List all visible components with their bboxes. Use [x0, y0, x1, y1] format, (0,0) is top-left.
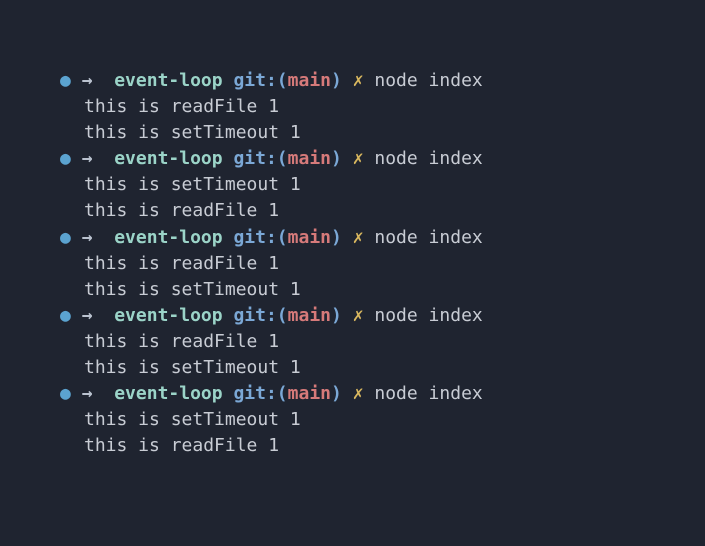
git-paren-close: ): [331, 305, 342, 326]
git-prefix: git: [233, 305, 266, 326]
git-branch: main: [288, 227, 331, 248]
git-colon: :: [266, 148, 277, 169]
arrow-icon: →: [82, 148, 93, 169]
git-paren-open: (: [277, 227, 288, 248]
output-line: this is readFile 1: [60, 198, 655, 224]
git-prefix: git: [233, 70, 266, 91]
git-paren-close: ): [331, 148, 342, 169]
prompt-line[interactable]: ● → event-loop git:(main) ✗ node index: [60, 68, 655, 94]
prompt-line[interactable]: ● → event-loop git:(main) ✗ node index: [60, 225, 655, 251]
git-prefix: git: [233, 383, 266, 404]
prompt-line[interactable]: ● → event-loop git:(main) ✗ node index: [60, 146, 655, 172]
bullet-icon: ●: [60, 146, 71, 172]
git-prefix: git: [233, 148, 266, 169]
bullet-icon: ●: [60, 303, 71, 329]
git-branch: main: [288, 305, 331, 326]
command-text: node index: [374, 70, 482, 91]
git-branch: main: [288, 148, 331, 169]
output-line: this is setTimeout 1: [60, 172, 655, 198]
dirty-icon: ✗: [353, 227, 364, 248]
git-prefix: git: [233, 227, 266, 248]
command-text: node index: [374, 148, 482, 169]
output-line: this is setTimeout 1: [60, 277, 655, 303]
directory-name: event-loop: [114, 70, 222, 91]
output-line: this is setTimeout 1: [60, 120, 655, 146]
dirty-icon: ✗: [353, 148, 364, 169]
bullet-icon: ●: [60, 381, 71, 407]
output-line: this is readFile 1: [60, 433, 655, 459]
arrow-icon: →: [82, 305, 93, 326]
git-paren-close: ): [331, 383, 342, 404]
prompt-line[interactable]: ● → event-loop git:(main) ✗ node index: [60, 303, 655, 329]
arrow-icon: →: [82, 227, 93, 248]
output-line: this is readFile 1: [60, 251, 655, 277]
git-paren-open: (: [277, 148, 288, 169]
arrow-icon: →: [82, 383, 93, 404]
git-paren-open: (: [277, 383, 288, 404]
bullet-icon: ●: [60, 225, 71, 251]
git-paren-open: (: [277, 305, 288, 326]
git-branch: main: [288, 70, 331, 91]
git-paren-close: ): [331, 227, 342, 248]
output-line: this is setTimeout 1: [60, 407, 655, 433]
directory-name: event-loop: [114, 383, 222, 404]
git-paren-close: ): [331, 70, 342, 91]
directory-name: event-loop: [114, 305, 222, 326]
arrow-icon: →: [82, 70, 93, 91]
git-colon: :: [266, 227, 277, 248]
command-text: node index: [374, 305, 482, 326]
git-paren-open: (: [277, 70, 288, 91]
git-branch: main: [288, 383, 331, 404]
dirty-icon: ✗: [353, 383, 364, 404]
git-colon: :: [266, 305, 277, 326]
command-text: node index: [374, 383, 482, 404]
dirty-icon: ✗: [353, 70, 364, 91]
directory-name: event-loop: [114, 227, 222, 248]
prompt-line[interactable]: ● → event-loop git:(main) ✗ node index: [60, 381, 655, 407]
bullet-icon: ●: [60, 68, 71, 94]
git-colon: :: [266, 383, 277, 404]
git-colon: :: [266, 70, 277, 91]
output-line: this is readFile 1: [60, 329, 655, 355]
terminal-output: ● → event-loop git:(main) ✗ node indexth…: [60, 68, 655, 459]
output-line: this is setTimeout 1: [60, 355, 655, 381]
dirty-icon: ✗: [353, 305, 364, 326]
command-text: node index: [374, 227, 482, 248]
directory-name: event-loop: [114, 148, 222, 169]
output-line: this is readFile 1: [60, 94, 655, 120]
